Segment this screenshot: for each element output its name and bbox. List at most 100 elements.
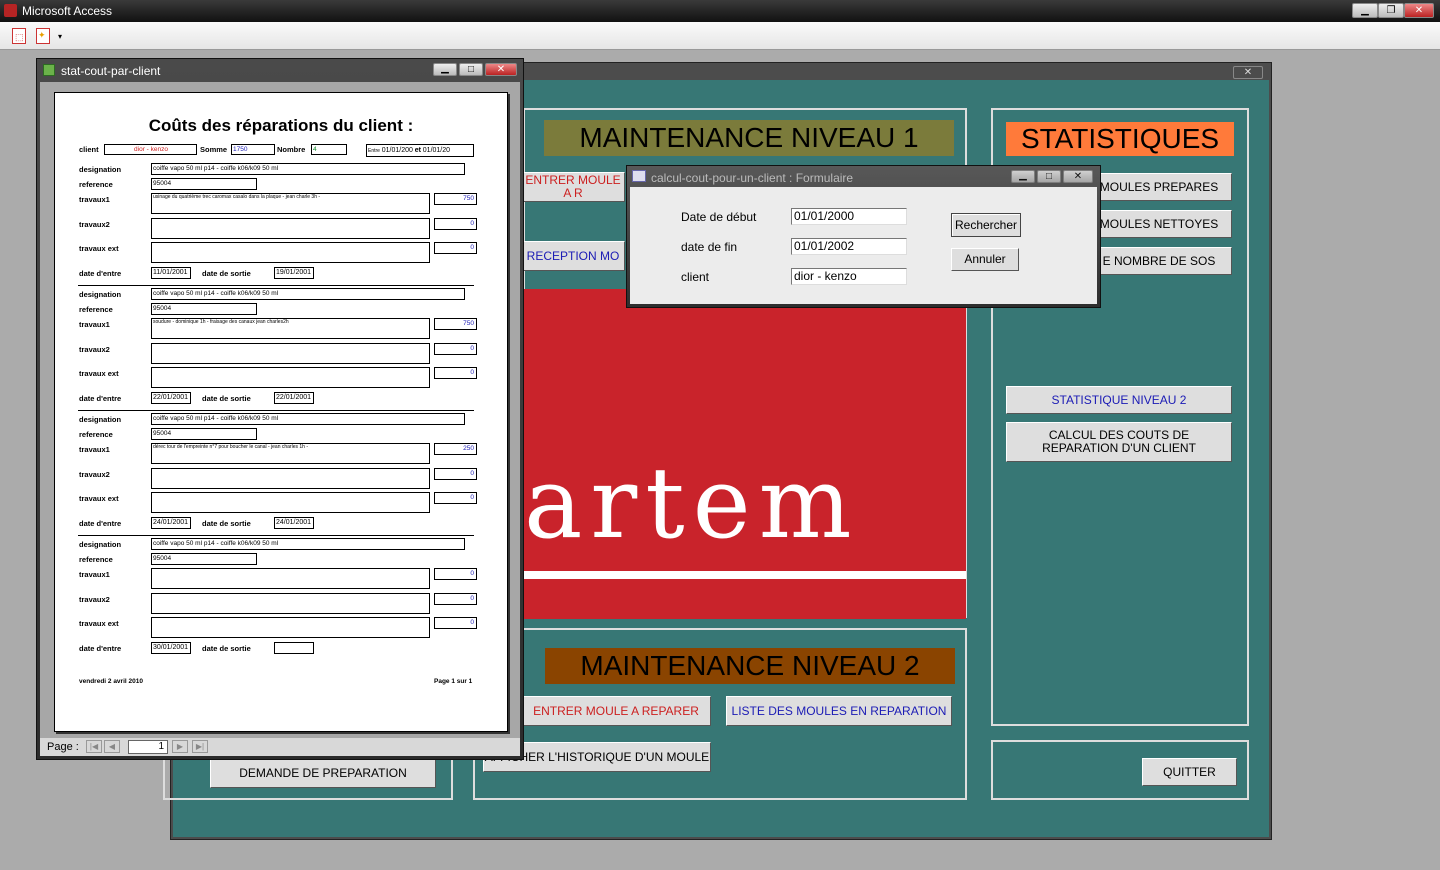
moules-nettoyes-button[interactable]: MOULES NETTOYES <box>1086 210 1232 238</box>
travaux2-cost: 0 <box>434 343 477 355</box>
travaux1-label: travaux1 <box>79 570 110 579</box>
record-divider <box>78 410 474 411</box>
page-navigation: Page : |◀ ◀ 1 ▶ ▶| <box>40 738 520 756</box>
close-button[interactable]: ✕ <box>1404 3 1434 18</box>
date-entree-value: 30/01/2001 <box>151 642 191 654</box>
travaux1-label: travaux1 <box>79 320 110 329</box>
last-page-icon[interactable]: ▶| <box>192 740 208 753</box>
annuler-button[interactable]: Annuler <box>951 248 1019 271</box>
calcul-couts-client-button[interactable]: CALCUL DES COUTS DE REPARATION D'UN CLIE… <box>1006 422 1232 462</box>
date-entree-value: 24/01/2001 <box>151 517 191 529</box>
page-number-input[interactable]: 1 <box>128 740 168 754</box>
niveau2-title: MAINTENANCE NIVEAU 2 <box>545 648 955 684</box>
travaux2-label: travaux2 <box>79 595 110 604</box>
end-date-input[interactable]: 01/01/2002 <box>791 238 907 255</box>
dialog-minimize-button[interactable]: ▁ <box>1011 170 1035 183</box>
footer-page: Page 1 sur 1 <box>434 678 473 685</box>
niveau1-title: MAINTENANCE NIVEAU 1 <box>544 120 954 156</box>
travaux1-label: travaux1 <box>79 195 110 204</box>
travaux2-label: travaux2 <box>79 470 110 479</box>
travaux-ext-text <box>151 617 430 638</box>
travaux2-text <box>151 593 430 614</box>
travaux2-text <box>151 468 430 489</box>
designation-value: coiffe vapo 50 ml p14 - coiffe k06/k09 5… <box>151 288 465 300</box>
pdf-export-icon[interactable]: ⬚ <box>12 28 26 44</box>
date-entree-label: date d'entre <box>79 519 122 528</box>
app-title: Microsoft Access <box>22 4 113 18</box>
next-page-icon[interactable]: ▶ <box>172 740 188 753</box>
travaux2-cost: 0 <box>434 218 477 230</box>
nombre-value: 4 <box>311 144 347 155</box>
nombre-label: Nombre <box>277 145 306 154</box>
travaux-ext-text <box>151 492 430 513</box>
footer-date: vendredi 2 avril 2010 <box>79 678 143 685</box>
page-nav-label: Page : <box>47 741 79 753</box>
first-page-icon[interactable]: |◀ <box>86 740 102 753</box>
travaux-ext-cost: 0 <box>434 367 477 379</box>
report-close-button[interactable]: ✕ <box>485 63 517 76</box>
reference-value: 95004 <box>151 428 257 440</box>
moules-prepares-button[interactable]: MOULES PREPARES <box>1086 173 1232 201</box>
entrer-moule-button[interactable]: ENTRER MOULE A R <box>521 172 625 202</box>
somme-value: 1750 <box>231 144 275 155</box>
travaux1-cost: 0 <box>434 568 477 580</box>
travaux2-label: travaux2 <box>79 220 110 229</box>
travaux1-text: usinage du quatrième trec caromax casalo… <box>151 193 430 214</box>
logo-underline <box>524 571 966 579</box>
client-field-label: client <box>681 270 710 284</box>
nombre-sos-button[interactable]: E NOMBRE DE SOS <box>1086 247 1232 275</box>
travaux-ext-label: travaux ext <box>79 244 119 253</box>
pdf-snapshot-icon[interactable]: ✦ <box>36 28 50 44</box>
date-entree-label: date d'entre <box>79 644 122 653</box>
travaux-ext-text <box>151 367 430 388</box>
travaux-ext-label: travaux ext <box>79 494 119 503</box>
entrer-moule-reparer-button[interactable]: ENTRER MOULE A REPARER <box>521 696 711 726</box>
demande-preparation-button[interactable]: DEMANDE DE PREPARATION <box>210 758 436 788</box>
minimize-button[interactable]: ▁ <box>1352 3 1378 18</box>
entre-value: 01/01/200 <box>381 147 413 154</box>
travaux2-text <box>151 218 430 239</box>
report-title: stat-cout-par-client <box>61 64 161 78</box>
rechercher-button[interactable]: Rechercher <box>951 213 1021 237</box>
statistiques-title: STATISTIQUES <box>1006 122 1234 156</box>
statistique-niveau2-button[interactable]: STATISTIQUE NIVEAU 2 <box>1006 386 1232 414</box>
end-date-label: date de fin <box>681 240 738 254</box>
start-date-input[interactable]: 01/01/2000 <box>791 208 907 225</box>
designation-value: coiffe vapo 50 ml p14 - coiffe k06/k09 5… <box>151 538 465 550</box>
liste-moules-reparation-button[interactable]: LISTE DES MOULES EN REPARATION <box>726 696 952 726</box>
travaux-ext-cost: 0 <box>434 617 477 629</box>
quitter-button[interactable]: QUITTER <box>1142 758 1237 786</box>
toolbar: ⬚ ✦ ▾ <box>0 22 1440 50</box>
travaux2-label: travaux2 <box>79 345 110 354</box>
designation-value: coiffe vapo 50 ml p14 - coiffe k06/k09 5… <box>151 163 465 175</box>
toolbar-chevron-icon[interactable]: ▾ <box>58 32 66 46</box>
client-value: dior - kenzo <box>104 144 197 155</box>
access-icon <box>4 4 17 17</box>
travaux1-cost: 750 <box>434 193 477 205</box>
travaux-ext-label: travaux ext <box>79 369 119 378</box>
record-divider <box>78 285 474 286</box>
et-value: 01/01/20 <box>422 147 451 154</box>
reception-moule-button[interactable]: RECEPTION MO <box>521 241 625 271</box>
date-sortie-value: 24/01/2001 <box>274 517 314 529</box>
travaux1-text <box>151 568 430 589</box>
prev-page-icon[interactable]: ◀ <box>104 740 120 753</box>
client-input[interactable]: dior - kenzo <box>791 268 907 285</box>
dialog-maximize-button[interactable]: □ <box>1037 170 1061 183</box>
designation-label: designation <box>79 165 122 174</box>
restore-button[interactable]: ❐ <box>1378 3 1404 18</box>
reference-value: 95004 <box>151 303 257 315</box>
travaux-ext-label: travaux ext <box>79 619 119 628</box>
travaux2-cost: 0 <box>434 468 477 480</box>
dialog-client: Date de début 01/01/2000 date de fin 01/… <box>630 187 1097 304</box>
report-maximize-button[interactable]: □ <box>459 63 483 76</box>
report-minimize-button[interactable]: ▁ <box>433 63 457 76</box>
designation-label: designation <box>79 415 122 424</box>
main-close-button[interactable]: ✕ <box>1233 66 1263 79</box>
designation-value: coiffe vapo 50 ml p14 - coiffe k06/k09 5… <box>151 413 465 425</box>
reference-label: reference <box>79 180 113 189</box>
date-sortie-value: 19/01/2001 <box>274 267 314 279</box>
report-heading: Coûts des réparations du client : <box>148 116 414 135</box>
travaux1-cost: 250 <box>434 443 477 455</box>
dialog-close-button[interactable]: ✕ <box>1063 170 1093 183</box>
